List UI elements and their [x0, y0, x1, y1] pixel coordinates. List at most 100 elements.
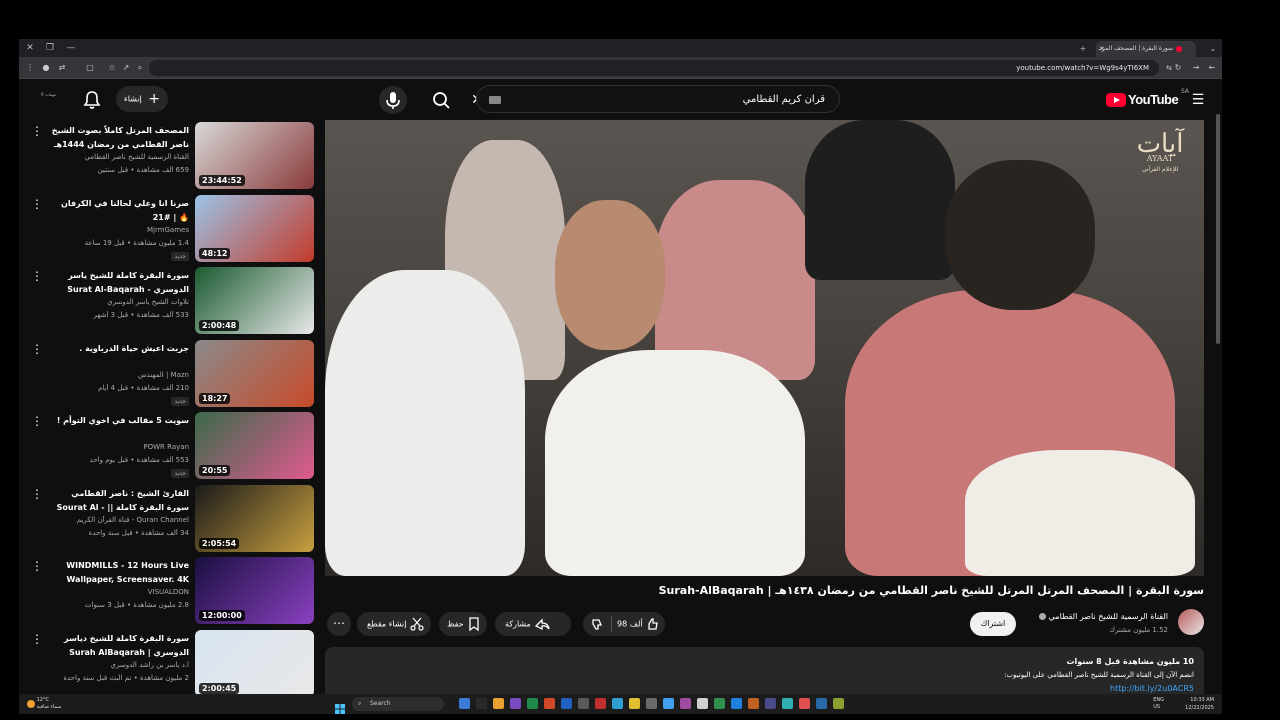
create-button[interactable]: إنشاء +: [116, 86, 168, 112]
recommendation-title[interactable]: سورة البقرة كاملة للشيخ ياسر الدوسري - S…: [49, 269, 189, 297]
taskbar-app-icon[interactable]: [612, 698, 623, 709]
hamburger-menu-icon[interactable]: ☰: [1188, 90, 1208, 110]
recommendation-channel[interactable]: أ.د ياسر بن راشد الدوسري: [49, 661, 189, 669]
taskbar-app-icon[interactable]: [493, 698, 504, 709]
taskbar-app-icon[interactable]: [833, 698, 844, 709]
recommendation-title[interactable]: سورة البقرة كاملة للشيخ دياسر الدوسري | …: [49, 632, 189, 660]
keyboard-icon[interactable]: [489, 96, 501, 104]
bookmark-star-icon[interactable]: ☆: [105, 61, 119, 75]
window-close-icon[interactable]: ✕: [23, 41, 37, 55]
search-button-icon[interactable]: [427, 86, 455, 114]
profile-icon[interactable]: ●: [39, 61, 53, 75]
recommendation-title[interactable]: جربت اعيش حياة الدرباوية .: [49, 342, 189, 356]
recommendation-title[interactable]: القارئ الشيخ : ناصر القطامي سورة البقرة …: [49, 487, 189, 515]
recommendation-title[interactable]: صرنا انا وعلي لحالنا في الكرفان 🔥 | #21: [49, 197, 189, 225]
reload-icon[interactable]: ↻: [1171, 61, 1185, 75]
zoom-icon[interactable]: ⌕: [133, 61, 147, 75]
taskbar-app-icon[interactable]: [459, 698, 470, 709]
weather-widget[interactable]: 12°C سماء صافية: [27, 697, 62, 711]
tab-close-icon[interactable]: ✕: [1099, 41, 1105, 57]
account-avatar[interactable]: 9 مهمات: [41, 92, 63, 108]
description-box[interactable]: 10 مليون مشاهدة قبل 8 سنوات انضم الآن إل…: [325, 647, 1204, 694]
menu-dots-icon[interactable]: ⋮: [23, 61, 37, 75]
language-indicator[interactable]: ENG US: [1153, 697, 1164, 711]
taskbar-app-icon[interactable]: [731, 698, 742, 709]
video-player[interactable]: آيات AYAAT للإعلام القرآني: [325, 120, 1204, 576]
notifications-bell-icon[interactable]: [83, 90, 101, 110]
taskbar-app-icon[interactable]: [748, 698, 759, 709]
browser-tab-active[interactable]: سورة البقرة | المصحف المرتـ ✕: [1096, 41, 1196, 57]
recommendation-title[interactable]: WINDMILLS - 12 Hours Live Wallpaper, Scr…: [49, 559, 189, 587]
taskbar-app-icon[interactable]: [510, 698, 521, 709]
item-menu-icon[interactable]: ⋮: [31, 414, 43, 428]
forward-icon[interactable]: →: [1189, 61, 1203, 75]
back-icon[interactable]: ←: [1205, 61, 1219, 75]
search-input[interactable]: قران كريم القطامي: [476, 85, 840, 113]
item-menu-icon[interactable]: ⋮: [31, 269, 43, 283]
video-thumbnail[interactable]: 12:00:00: [195, 557, 314, 624]
taskbar-app-icon[interactable]: [646, 698, 657, 709]
taskbar-app-icon[interactable]: [663, 698, 674, 709]
recommendation-item[interactable]: 18:27 جربت اعيش حياة الدرباوية . Mazn | ال…: [19, 339, 319, 408]
taskbar-search[interactable]: ⌕ Search: [352, 697, 444, 711]
recommendation-title[interactable]: المصحف المرتل كاملاً بصوت الشيخ ناصر الق…: [49, 124, 189, 152]
translate-icon[interactable]: ⇄: [55, 61, 69, 75]
page-scrollbar[interactable]: [1216, 114, 1220, 344]
recommendation-item[interactable]: 2:00:45 سورة البقرة كاملة للشيخ دياسر الد…: [19, 629, 319, 694]
taskbar-app-icon[interactable]: [765, 698, 776, 709]
item-menu-icon[interactable]: ⋮: [31, 124, 43, 138]
window-restore-icon[interactable]: ❐: [43, 41, 57, 55]
extensions-icon[interactable]: ▢: [83, 61, 97, 75]
item-menu-icon[interactable]: ⋮: [31, 559, 43, 573]
video-thumbnail[interactable]: 48:12: [195, 194, 314, 262]
dislike-icon[interactable]: [589, 612, 605, 637]
video-thumbnail[interactable]: 2:00:48: [195, 267, 314, 334]
recommendation-channel[interactable]: POWR Rayan: [49, 443, 189, 451]
taskbar-app-icon[interactable]: [816, 698, 827, 709]
taskbar-app-icon[interactable]: [578, 698, 589, 709]
window-minimize-icon[interactable]: —: [64, 41, 78, 55]
video-thumbnail[interactable]: 20:55: [195, 412, 314, 479]
new-tab-icon[interactable]: +: [1076, 42, 1090, 56]
recommendation-item[interactable]: 48:12 صرنا انا وعلي لحالنا في الكرفان 🔥 |…: [19, 194, 319, 263]
taskbar-app-icon[interactable]: [782, 698, 793, 709]
video-thumbnail[interactable]: 2:05:54: [195, 484, 314, 552]
taskbar-app-icon[interactable]: [629, 698, 640, 709]
more-actions-icon[interactable]: ⋯: [327, 612, 351, 636]
taskbar-app-icon[interactable]: [476, 698, 487, 709]
taskbar-app-icon[interactable]: [527, 698, 538, 709]
voice-search-mic-icon[interactable]: [379, 86, 407, 114]
video-thumbnail[interactable]: 23:44:52: [195, 122, 314, 189]
channel-avatar[interactable]: [1178, 609, 1204, 635]
item-menu-icon[interactable]: ⋮: [31, 342, 43, 356]
taskbar-app-icon[interactable]: [595, 698, 606, 709]
taskbar-app-icon[interactable]: [544, 698, 555, 709]
recommendation-item[interactable]: 2:00:48 سورة البقرة كاملة للشيخ ياسر الدو…: [19, 267, 319, 335]
tab-search-icon[interactable]: ⌄: [1206, 42, 1220, 56]
share-button[interactable]: مشاركة: [495, 612, 571, 636]
item-menu-icon[interactable]: ⋮: [31, 197, 43, 211]
taskbar-app-icon[interactable]: [561, 698, 572, 709]
item-menu-icon[interactable]: ⋮: [31, 487, 43, 501]
channel-name-row[interactable]: القناة الرسمية للشيخ ناصر القطامي: [1038, 612, 1168, 621]
youtube-logo[interactable]: YouTube SA: [1106, 88, 1189, 109]
recommendation-item[interactable]: 12:00:00 WINDMILLS - 12 Hours Live Wallpa…: [19, 557, 319, 625]
windows-start-icon[interactable]: [335, 699, 345, 714]
taskbar-app-icon[interactable]: [680, 698, 691, 709]
recommendation-channel[interactable]: MjrmGames: [49, 226, 189, 234]
save-button[interactable]: حفظ: [439, 612, 487, 636]
omnibox[interactable]: youtube.com/watch?v=Wg9s4yTI6XM ⇆: [149, 60, 1172, 76]
recommendation-channel[interactable]: Mazn | المهندس: [49, 371, 189, 379]
taskbar-app-icon[interactable]: [697, 698, 708, 709]
recommendation-item[interactable]: 2:05:54 القارئ الشيخ : ناصر القطامي سورة …: [19, 484, 319, 553]
clip-button[interactable]: إنشاء مقطع: [357, 612, 431, 636]
recommendation-title[interactable]: سويت 5 مقالب في اخوي التوأم !: [49, 414, 189, 428]
share-page-icon[interactable]: ↗: [119, 61, 133, 75]
like-button[interactable]: 98 ألف: [617, 612, 661, 637]
description-link[interactable]: http://bit.ly/2u0ACR5: [1110, 684, 1194, 693]
taskbar-app-icon[interactable]: [714, 698, 725, 709]
taskbar-app-icon[interactable]: [799, 698, 810, 709]
recommendation-channel[interactable]: VISUALDON: [49, 588, 189, 596]
subscribe-button[interactable]: اشتراك: [970, 612, 1016, 636]
recommendation-channel[interactable]: تلاوات الشيخ ياسر الدوسري: [49, 298, 189, 306]
